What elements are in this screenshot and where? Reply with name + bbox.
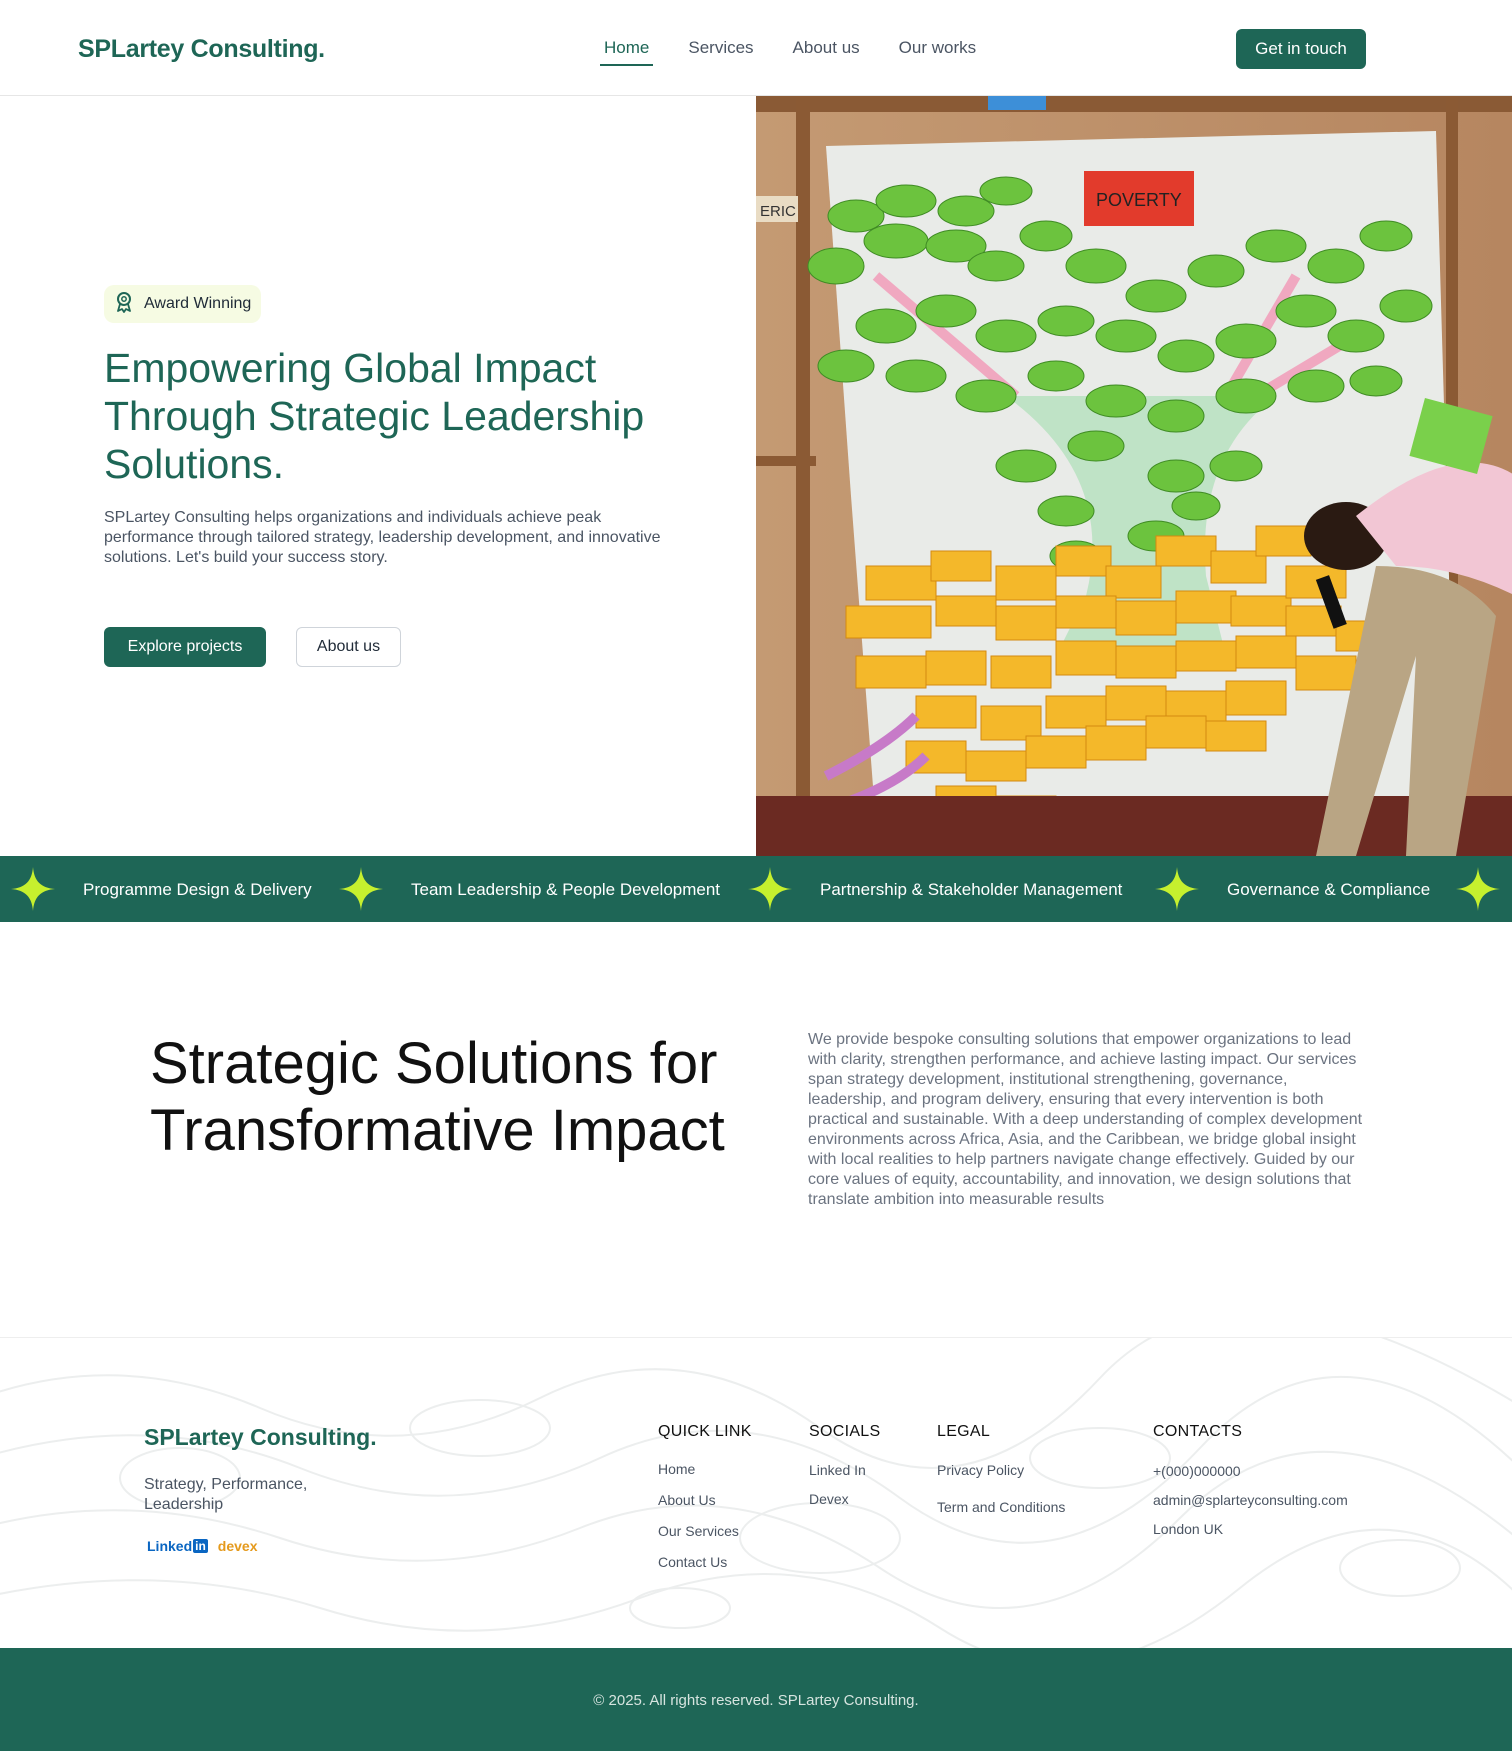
nav-services-link[interactable]: Services [684,38,757,66]
ribbon-item-governance: Governance & Compliance [1227,880,1431,899]
socials-title: SOCIALS [809,1423,881,1440]
legal-link-privacy[interactable]: Privacy Policy [937,1462,1024,1478]
ribbon-item-programme: Programme Design & Delivery [83,880,312,899]
footer-bottom-bar: © 2025. All rights reserved. SPLartey Co… [0,1648,1512,1751]
footer-logo[interactable]: SPLartey Consulting. [144,1424,377,1451]
solutions-title: Strategic Solutions for Transformative I… [150,1031,725,1163]
linkedin-icon[interactable]: Linked in [147,1538,208,1554]
solutions-description: We provide bespoke consulting solutions … [808,1031,1363,1208]
devex-icon[interactable]: devex [218,1538,258,1554]
contacts-title: CONTACTS [1153,1423,1243,1440]
footer-link-contact[interactable]: Contact Us [658,1554,727,1570]
sparkle-icon [1456,867,1500,911]
hero-workshop-photo: POVERTY ERIC [756,96,1512,856]
sparkle-icon [748,867,792,911]
nav-works-link[interactable]: Our works [895,38,980,66]
footer-link-about[interactable]: About Us [658,1492,716,1508]
hero-description: SPLartey Consulting helps organizations … [104,509,661,566]
ribbon-item-team-leadership: Team Leadership & People Development [411,880,721,899]
sparkle-icon [339,867,383,911]
ribbon-item-partnership: Partnership & Stakeholder Management [820,880,1123,899]
footer-link-home[interactable]: Home [658,1461,695,1477]
social-link-linkedin[interactable]: Linked In [809,1462,866,1478]
about-us-button[interactable]: About us [296,627,401,667]
explore-projects-button[interactable]: Explore projects [104,627,266,667]
get-in-touch-button[interactable]: Get in touch [1236,29,1366,69]
svg-text:ERIC: ERIC [760,203,796,220]
main-nav: Home Services About us Our works [600,38,1011,66]
copyright-text: © 2025. All rights reserved. SPLartey Co… [593,1692,919,1709]
footer-partner-logos: Linked in devex [147,1538,258,1554]
sparkle-icon [11,867,55,911]
site-header: SPLartey Consulting. Home Services About… [0,0,1512,96]
legal-title: LEGAL [937,1423,991,1440]
contact-phone[interactable]: +(000)000000 [1153,1463,1241,1479]
footer-tagline: Strategy, Performance, Leadership [144,1476,308,1513]
contact-email[interactable]: admin@splarteyconsulting.com [1153,1492,1348,1508]
social-link-devex[interactable]: Devex [809,1491,849,1507]
site-footer: SPLartey Consulting. Strategy, Performan… [0,1337,1512,1648]
sparkle-icon [1155,867,1199,911]
legal-link-terms[interactable]: Term and Conditions [937,1499,1065,1515]
hero-title: Empowering Global Impact Through Strateg… [104,345,645,487]
svg-text:POVERTY: POVERTY [1096,190,1182,210]
award-badge: Award Winning [104,285,262,323]
services-ribbon: Programme Design & Delivery Team Leaders… [0,856,1512,922]
site-logo[interactable]: SPLartey Consulting. [78,35,325,64]
nav-about-link[interactable]: About us [789,38,864,66]
quick-link-title: QUICK LINK [658,1423,752,1440]
award-ribbon-icon [114,291,134,318]
award-badge-label: Award Winning [144,295,252,312]
contact-location: London UK [1153,1521,1224,1537]
nav-home-link[interactable]: Home [600,38,654,66]
footer-link-services[interactable]: Our Services [658,1523,739,1539]
linkedin-wordmark: Linked [147,1538,193,1554]
linkedin-in-mark: in [193,1539,208,1553]
